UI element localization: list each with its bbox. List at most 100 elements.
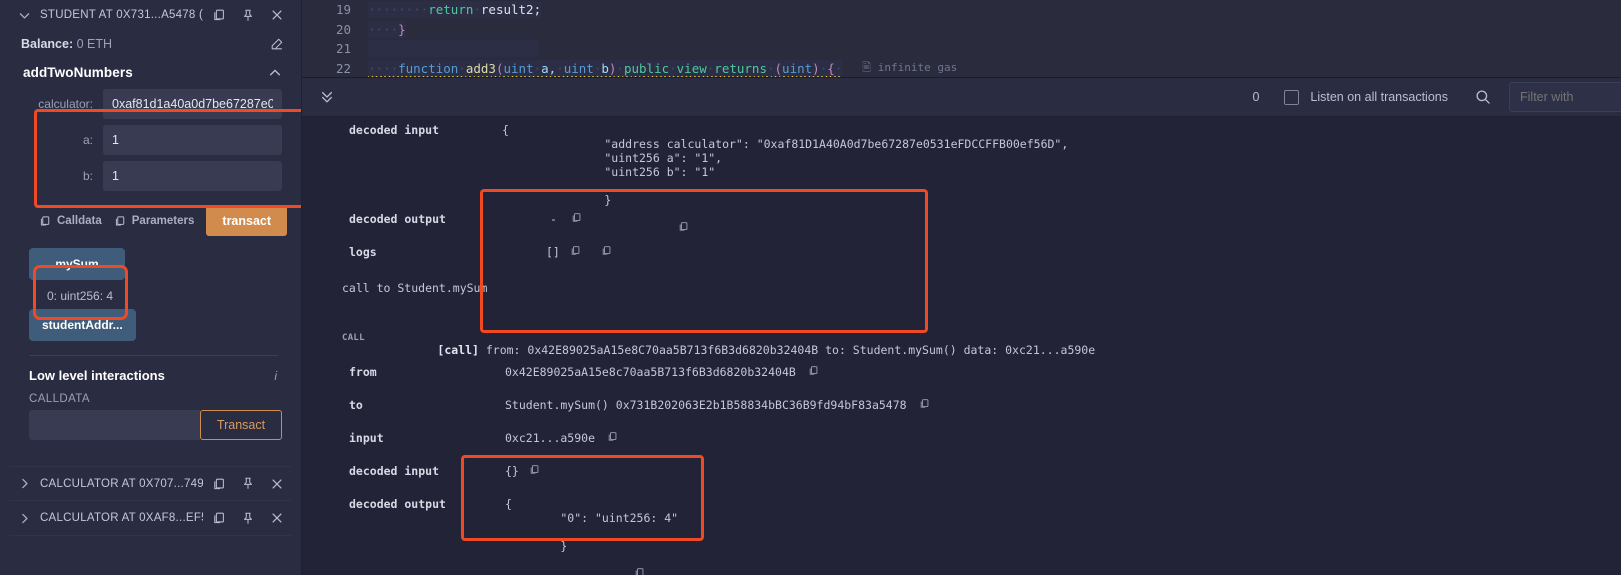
code-line[interactable]: 22 ····function·add3(uint·a,·uint·b)·publ… [302, 59, 1621, 77]
terminal-row-to: to Student.mySum() 0x731B202063E2b1B5883… [302, 398, 1621, 412]
param-label-b: b: [82, 169, 93, 183]
calldata-input[interactable] [29, 410, 200, 440]
decoded-output-2-close-brace: } [505, 525, 649, 575]
calldata-button-label: Calldata [57, 215, 102, 227]
call-detail: from: 0x42E89025aA15e8C70aa5B713f6B3d682… [485, 343, 1096, 357]
copy-icon[interactable] [919, 398, 930, 412]
copy-icon[interactable] [212, 511, 226, 525]
copy-calldata-button[interactable]: Calldata [39, 215, 102, 227]
contract-instance-calculator-707[interactable]: CALCULATOR AT 0X707...749D8 [9, 466, 292, 501]
copy-icon[interactable] [570, 245, 581, 259]
call-note: call to Student.mySum [342, 281, 488, 295]
line-number: 22 [335, 60, 351, 76]
instance-title: CALCULATOR AT 0XAF8...EF56D [40, 512, 203, 524]
terminal-output[interactable]: decoded input { "address calculator": "0… [302, 117, 1621, 575]
terminal-filter-input[interactable] [1509, 82, 1621, 112]
function-pill-list: mySum 0: uint256: 4 studentAddr... [9, 236, 292, 341]
balance-row: Balance: 0 ETH [9, 30, 292, 58]
transaction-count: 0 [1252, 90, 1260, 104]
param-label-a: a: [82, 133, 93, 147]
terminal-row-from: from 0x42E89025aA15e8c70aa5B713f6B3d6820… [302, 365, 1621, 379]
line-number: 19 [335, 2, 351, 18]
transact-button[interactable]: transact [206, 206, 288, 236]
terminal-header: 0 Listen on all transactions [302, 78, 1621, 117]
copy-icon[interactable] [601, 245, 612, 259]
code-line[interactable]: 19 ········return·result2; [302, 0, 1621, 20]
instance-header-student[interactable]: STUDENT AT 0X731...A5478 (B [9, 0, 292, 30]
terminal-row-logs-1: logs [] [302, 245, 1621, 259]
pin-icon[interactable] [241, 476, 255, 491]
chevron-right-icon[interactable] [17, 477, 31, 490]
function-button-mysum[interactable]: mySum [29, 248, 125, 280]
parameters-button-label: Parameters [131, 215, 195, 227]
row-value: {} [505, 464, 519, 478]
param-input-calculator[interactable] [103, 89, 282, 119]
info-icon[interactable]: i [274, 369, 280, 383]
row-value: [] [546, 245, 560, 259]
close-icon[interactable] [270, 8, 284, 22]
call-tag: CALL [342, 333, 365, 343]
search-icon[interactable] [1475, 89, 1509, 105]
row-label: decoded output [349, 497, 446, 511]
contract-instance-calculator-af8[interactable]: CALCULATOR AT 0XAF8...EF56D [9, 501, 292, 536]
listen-all-transactions-checkbox[interactable] [1284, 89, 1300, 105]
param-input-b[interactable] [103, 161, 282, 191]
edit-icon[interactable] [270, 37, 284, 51]
function-header-addtwonumbers[interactable]: addTwoNumbers [9, 58, 292, 87]
close-brace-text: } [560, 539, 568, 553]
chevron-right-icon[interactable] [17, 512, 31, 525]
deployed-contracts-sidebar: STUDENT AT 0X731...A5478 (B Balance: 0 E… [0, 0, 302, 575]
double-chevron-down-icon[interactable] [312, 89, 342, 105]
terminal-row-decoded-output-1: decoded output - [302, 212, 1621, 226]
calldata-row: Transact [9, 410, 292, 440]
param-row-a: a: [23, 125, 282, 155]
annotation-box-decoded-output-logs [480, 189, 928, 333]
code-line[interactable]: 20 ····} [302, 20, 1621, 40]
chevron-up-icon[interactable] [268, 66, 282, 80]
code-line[interactable]: 21 [302, 39, 1621, 59]
param-label-calculator: calculator: [38, 97, 93, 111]
copy-icon[interactable] [808, 365, 819, 379]
copy-icon[interactable] [607, 431, 618, 445]
low-level-transact-button[interactable]: Transact [200, 410, 282, 440]
pin-icon[interactable] [241, 8, 255, 23]
row-label: logs [349, 245, 377, 259]
close-icon[interactable] [270, 511, 284, 525]
copy-icon[interactable] [529, 464, 540, 478]
copy-icon[interactable] [212, 477, 226, 491]
function-action-row: Calldata Parameters transact [9, 197, 292, 236]
instance-title: STUDENT AT 0X731...A5478 (B [40, 9, 203, 21]
code-text: ········return·result2; [368, 1, 542, 19]
row-value: Student.mySum() 0x731B202063E2b1B58834bB… [505, 398, 907, 412]
copy-icon[interactable] [564, 553, 644, 575]
decoded-input-line-calculator: "address calculator": "0xaf81D1A40A0d7be… [549, 137, 1069, 151]
calldata-label: CALLDATA [29, 393, 90, 405]
copy-icon[interactable] [212, 8, 226, 22]
terminal-row-input: input 0xc21...a590e [302, 431, 1621, 445]
function-button-studentaddr[interactable]: studentAddr... [29, 309, 136, 341]
close-icon[interactable] [270, 477, 284, 491]
low-level-interactions-header: Low level interactions i [9, 356, 292, 383]
param-row-b: b: [23, 161, 282, 191]
low-level-title: Low level interactions [29, 368, 165, 383]
copy-parameters-button[interactable]: Parameters [114, 215, 195, 227]
row-label: from [349, 365, 377, 379]
code-text: ····} [368, 20, 406, 38]
param-input-a[interactable] [103, 125, 282, 155]
pin-icon[interactable] [241, 511, 255, 526]
copy-icon [39, 215, 51, 227]
row-value: { [505, 497, 512, 511]
card-bottom-padding [9, 440, 292, 466]
param-row-calculator: calculator: [23, 89, 282, 119]
terminal-row-decoded-output-2: decoded output { [302, 497, 1621, 511]
row-label: decoded input [349, 123, 440, 137]
row-value: - [550, 212, 557, 226]
line-number: 20 [335, 21, 351, 37]
chevron-down-icon[interactable] [17, 9, 31, 22]
code-editor[interactable]: 19 ········return·result2; 20 ····} 21 22 ···… [302, 0, 1621, 78]
code-text [368, 40, 538, 58]
instance-title: CALCULATOR AT 0X707...749D8 [40, 477, 203, 490]
copy-icon[interactable] [571, 212, 582, 226]
function-parameters: calculator: a: b: [9, 87, 292, 191]
row-value: 0xc21...a590e [505, 431, 596, 445]
